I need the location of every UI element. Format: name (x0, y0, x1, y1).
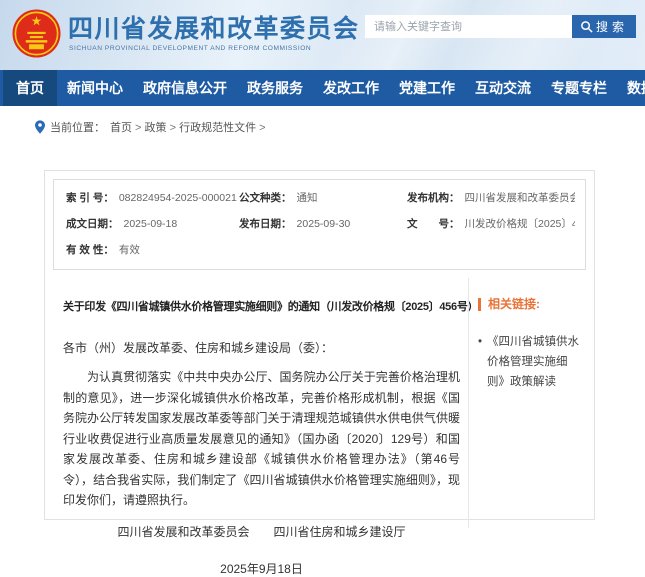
meta-column-3: 发布机构： 四川省发展和改革委员会 四川省... 文 号： 川发改价格规〔202… (407, 191, 575, 269)
meta-field: 公文种类： 通知 (239, 191, 407, 205)
meta-value: 2025-09-18 (123, 218, 178, 230)
breadcrumb-link[interactable]: 政策 (145, 119, 180, 135)
document-meta-table: 索 引 号： 082824954-2025-000021 成文日期： 2025-… (53, 179, 586, 270)
meta-label: 发布日期： (239, 218, 292, 230)
meta-label: 有 效 性： (66, 244, 114, 256)
nav-item[interactable]: 数据发布 (617, 70, 645, 106)
meta-label: 公文种类： (239, 192, 292, 204)
meta-label: 成文日期： (66, 218, 119, 230)
document-card: 索 引 号： 082824954-2025-000021 成文日期： 2025-… (44, 170, 595, 576)
related-links-title: 相关链接: (478, 298, 584, 311)
site-title: 四川省发展和改革委员会 (68, 15, 360, 43)
meta-value: 川发改价格规〔2025〕456号 (464, 218, 575, 230)
nav-item[interactable]: 互动交流 (465, 70, 541, 106)
breadcrumb-prefix: 当前位置： (50, 122, 105, 134)
meta-field: 索 引 号： 082824954-2025-000021 (66, 191, 239, 205)
nav-item[interactable]: 首页 (3, 70, 57, 106)
related-links-list: 《四川省城镇供水价格管理实施细则》政策解读 (478, 332, 584, 392)
national-emblem-logo (12, 9, 61, 58)
search-button-label: 搜索 (595, 20, 628, 34)
meta-value: 082824954-2025-000021 (118, 192, 237, 204)
article-salutation: 各市（州）发展改革委、住房和城乡建设局（委）： (63, 341, 334, 355)
article-date: 2025年9月18日 (220, 561, 303, 576)
nav-item-label: 互动交流 (475, 80, 531, 96)
document-body-row: 关于印发《四川省城镇供水价格管理实施细则》的通知（川发改价格规〔2025〕456… (53, 278, 586, 576)
breadcrumb: 当前位置： 首页 政策 行政规范性文件 (35, 119, 645, 135)
nav-item-label: 政务服务 (247, 80, 303, 96)
search-icon (581, 21, 593, 33)
nav-item-label: 新闻中心 (67, 80, 123, 96)
meta-column-1: 索 引 号： 082824954-2025-000021 成文日期： 2025-… (66, 191, 239, 269)
nav-item-label: 专题专栏 (551, 80, 607, 96)
location-pin-icon (35, 120, 45, 134)
related-link-label: 《四川省城镇供水价格管理实施细则》政策解读 (487, 336, 580, 388)
article: 关于印发《四川省城镇供水价格管理实施细则》的通知（川发改价格规〔2025〕456… (53, 278, 479, 576)
nav-item-label: 党建工作 (399, 80, 455, 96)
site-title-english: SICHUAN PROVINCIAL DEVELOPMENT AND REFOR… (69, 45, 312, 52)
nav-item[interactable]: 新闻中心 (57, 70, 133, 106)
meta-field: 发布机构： 四川省发展和改革委员会 四川省... (407, 191, 575, 205)
nav-item[interactable]: 发改工作 (313, 70, 389, 106)
meta-value: 2025-09-30 (296, 218, 351, 230)
meta-label: 发布机构： (407, 192, 460, 204)
search-button[interactable]: 搜索 (572, 15, 636, 38)
nav-item-label: 发改工作 (323, 80, 379, 96)
site-header: 四川省发展和改革委员会 SICHUAN PROVINCIAL DEVELOPME… (0, 0, 645, 70)
meta-field: 成文日期： 2025-09-18 (66, 217, 239, 231)
related-links-sidebar: 相关链接: 《四川省城镇供水价格管理实施细则》政策解读 (468, 278, 586, 528)
breadcrumb-trail: 首页 政策 行政规范性文件 (110, 119, 269, 135)
nav-item[interactable]: 专题专栏 (541, 70, 617, 106)
breadcrumb-link[interactable]: 行政规范性文件 (179, 119, 269, 135)
meta-field: 文 号： 川发改价格规〔2025〕456号 (407, 217, 575, 231)
nav-item-label: 首页 (16, 80, 44, 96)
nav-item[interactable]: 党建工作 (389, 70, 465, 106)
nav-item[interactable]: 政府信息公开 (133, 70, 237, 106)
meta-column-2: 公文种类： 通知 发布日期： 2025-09-30 (239, 191, 407, 269)
meta-label: 索 引 号： (66, 192, 114, 204)
meta-field: 发布日期： 2025-09-30 (239, 217, 407, 231)
meta-value: 四川省发展和改革委员会 四川省... (464, 192, 575, 204)
related-link[interactable]: 《四川省城镇供水价格管理实施细则》政策解读 (478, 332, 584, 392)
nav-item[interactable]: 政务服务 (237, 70, 313, 106)
article-signature: 四川省发展和改革委员会 四川省住房和城乡建设厅 (117, 524, 406, 539)
breadcrumb-link[interactable]: 首页 (110, 119, 145, 135)
article-title: 关于印发《四川省城镇供水价格管理实施细则》的通知（川发改价格规〔2025〕456… (63, 301, 479, 313)
main-nav: 首页 新闻中心 政府信息公开 政务服务 发改工作 党建工作 互动交流 专题专栏 … (0, 70, 645, 106)
search-bar: 搜索 (365, 15, 636, 38)
meta-field: 有 效 性： 有效 (66, 243, 239, 257)
meta-label: 文 号： (407, 218, 460, 230)
nav-item-label: 政府信息公开 (143, 80, 227, 96)
meta-value: 通知 (296, 192, 318, 204)
article-paragraph: 为认真贯彻落实《中共中央办公厅、国务院办公厅关于完善价格治理机制的意见》，进一步… (63, 370, 460, 507)
meta-value: 有效 (118, 244, 140, 256)
search-input[interactable] (365, 15, 572, 38)
nav-item-label: 数据发布 (627, 80, 645, 96)
